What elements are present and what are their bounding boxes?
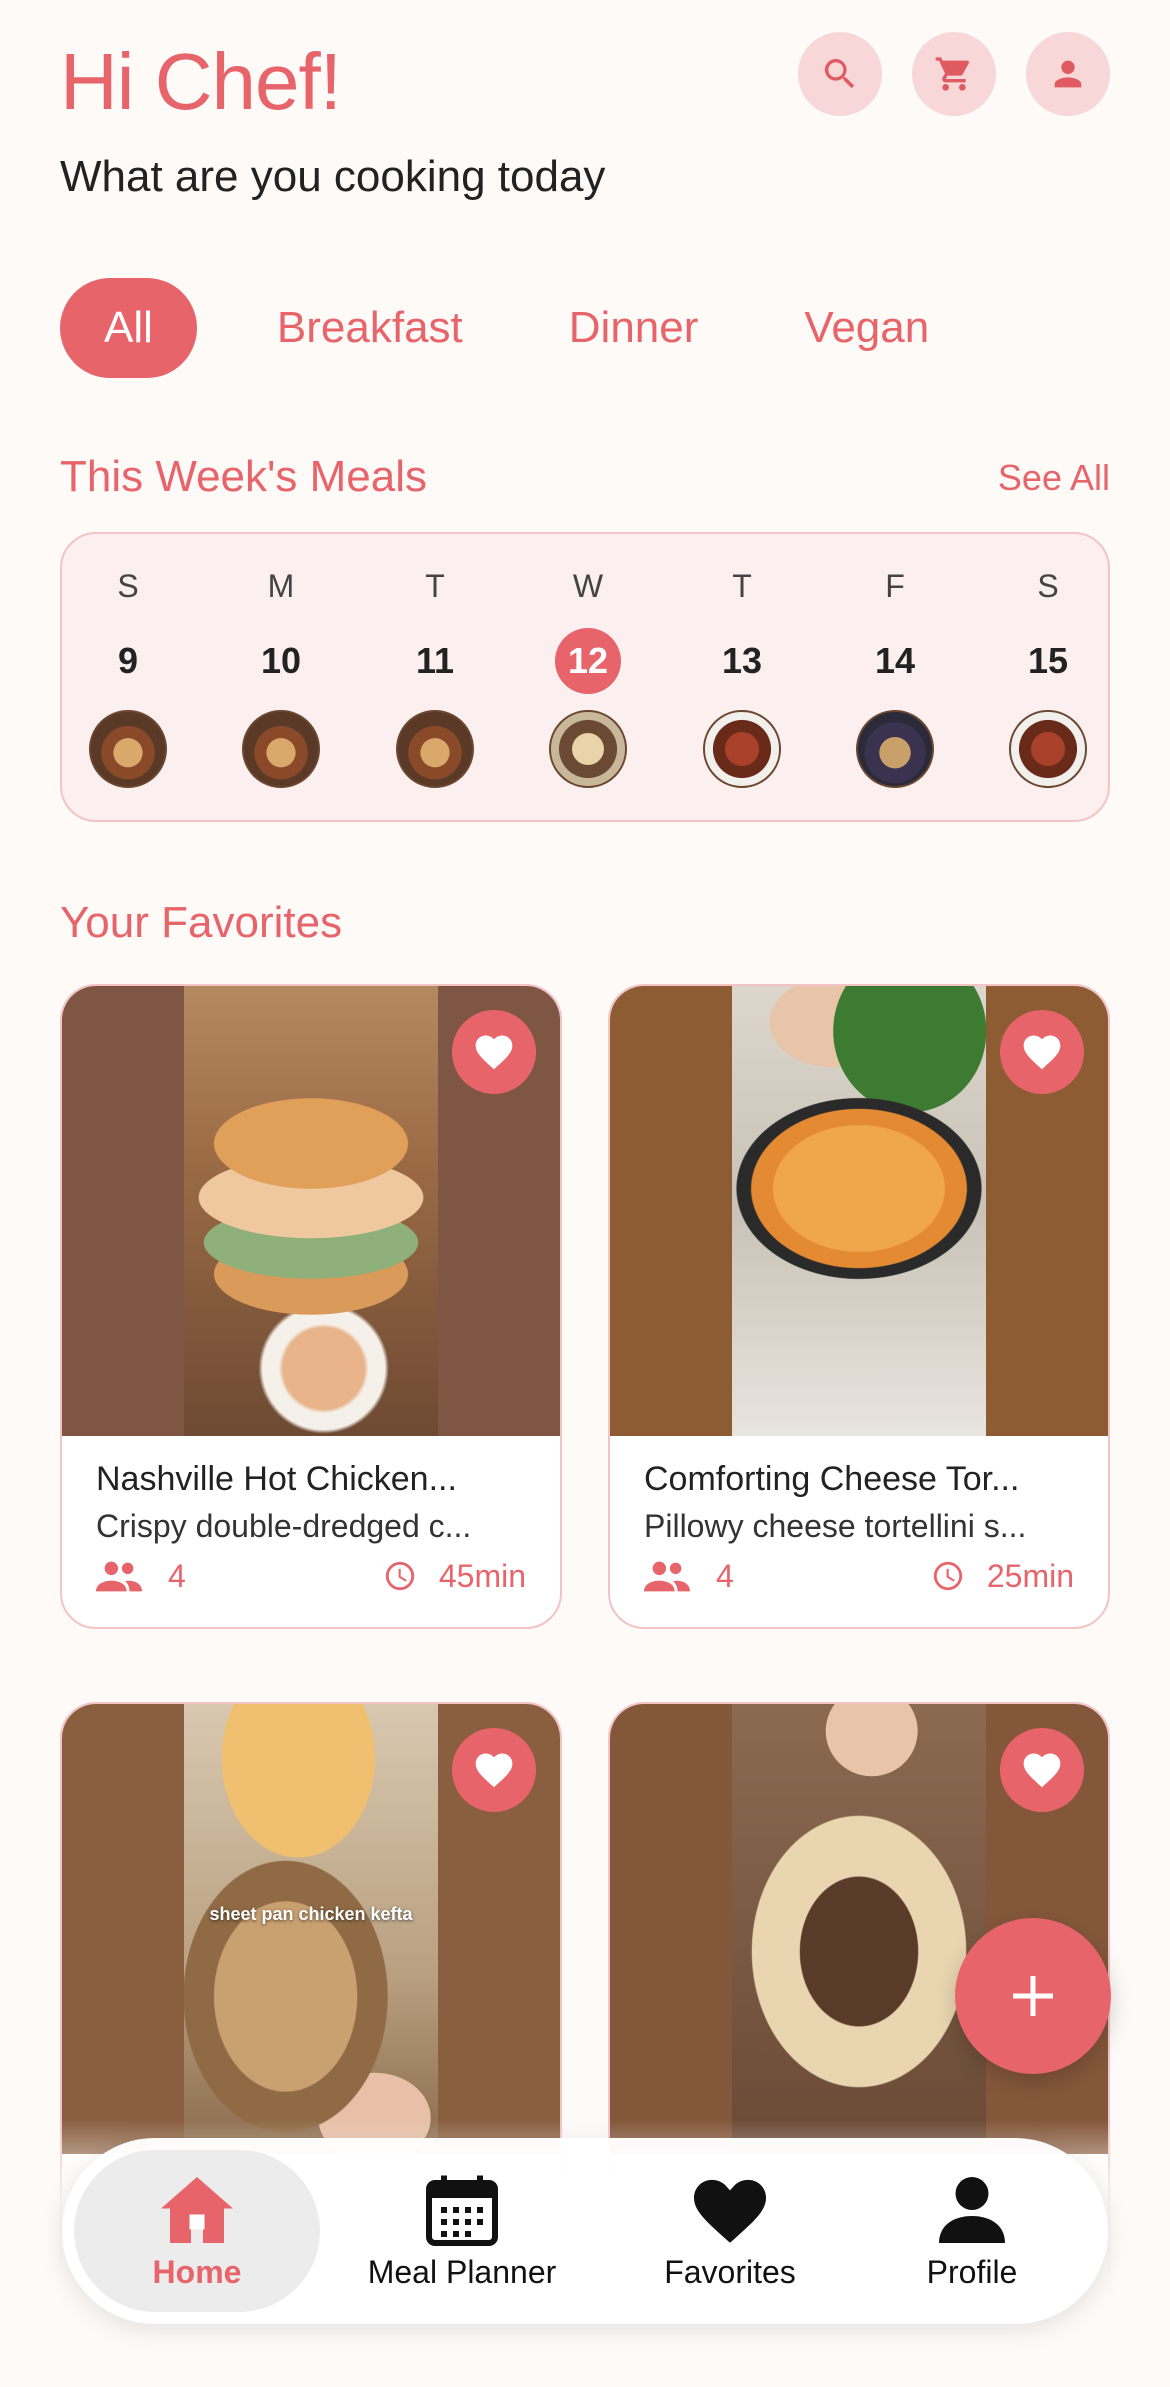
nav-label: Profile	[926, 2254, 1018, 2290]
favorite-button[interactable]	[1000, 1010, 1084, 1094]
header-actions	[798, 32, 1110, 116]
bottom-nav: Home Meal Planner Favorites Profile	[62, 2138, 1108, 2324]
day-of-week: S	[1037, 568, 1059, 604]
day-of-week: F	[885, 568, 905, 604]
greeting-subtitle: What are you cooking today	[60, 152, 606, 201]
week-section-title: This Week's Meals	[60, 452, 428, 501]
recipe-card[interactable]: Nashville Hot Chicken... Crispy double-d…	[60, 984, 562, 1629]
recipe-meta: 4 25min	[644, 1554, 1074, 1598]
calendar-icon	[426, 2175, 498, 2246]
clock-icon	[933, 1561, 963, 1591]
day-number: 14	[874, 640, 916, 681]
servings-count: 4	[168, 1557, 186, 1594]
meal-thumbnail	[89, 710, 167, 788]
category-tabs: All Breakfast Dinner Vegan	[60, 278, 995, 378]
day-number: 13	[721, 640, 763, 681]
meal-thumbnail	[856, 710, 934, 788]
day-number: 10	[260, 640, 302, 681]
heart-icon	[1023, 1753, 1061, 1788]
servings-count: 4	[716, 1557, 734, 1594]
day-number-today: 12	[555, 628, 621, 694]
meal-thumbnail	[242, 710, 320, 788]
day-number: 11	[415, 640, 455, 681]
nav-item-favorites[interactable]: Favorites	[630, 2150, 830, 2312]
meal-thumbnail	[396, 710, 474, 788]
category-chip-all[interactable]: All	[60, 278, 197, 378]
nav-label: Home	[152, 2254, 242, 2290]
favorite-button[interactable]	[1000, 1728, 1084, 1812]
search-button[interactable]	[798, 32, 882, 116]
week-strip: S 9 M 10 T 11 W 12 T 13 F 14 S 15	[60, 532, 1110, 822]
greeting-title: Hi Chef!	[60, 37, 342, 126]
day-of-week: W	[572, 568, 604, 604]
plus-icon	[1013, 1976, 1053, 2016]
cart-icon	[935, 57, 970, 91]
favorite-button[interactable]	[452, 1728, 536, 1812]
cook-time: 45min	[438, 1557, 526, 1594]
recipe-card[interactable]: Comforting Cheese Tor... Pillowy cheese …	[608, 984, 1110, 1629]
image-overlay-text: sheet pan chicken kefta	[209, 1904, 413, 1924]
home-icon	[161, 2177, 233, 2243]
recipe-description: Pillowy cheese tortellini s...	[644, 1508, 1027, 1544]
heart-icon	[475, 1753, 513, 1788]
search-icon	[824, 59, 855, 89]
week-day[interactable]: T 11	[375, 534, 495, 824]
nav-item-profile[interactable]: Profile	[882, 2150, 1062, 2312]
nav-label: Favorites	[664, 2254, 796, 2290]
category-chip-breakfast[interactable]: Breakfast	[237, 278, 503, 378]
people-icon	[644, 1561, 690, 1592]
nav-item-home[interactable]: Home	[74, 2150, 320, 2312]
week-day[interactable]: T 13	[682, 534, 802, 824]
day-number: 9	[117, 640, 139, 681]
meal-thumbnail	[1009, 710, 1087, 788]
day-of-week: S	[117, 568, 139, 604]
meal-thumbnail	[703, 710, 781, 788]
recipe-meta: 4 45min	[96, 1554, 526, 1598]
recipe-title: Nashville Hot Chicken...	[96, 1460, 457, 1498]
day-of-week: T	[425, 568, 445, 604]
day-of-week: M	[267, 568, 295, 604]
day-number: 15	[1027, 640, 1069, 681]
nav-label: Meal Planner	[367, 2254, 557, 2290]
week-day[interactable]: S 9	[68, 534, 188, 824]
see-all-link[interactable]: See All	[998, 457, 1110, 499]
week-day[interactable]: W 12	[528, 534, 648, 824]
clock-icon	[385, 1561, 415, 1591]
heart-icon	[1023, 1035, 1061, 1070]
day-of-week: T	[732, 568, 752, 604]
heart-icon	[694, 2179, 766, 2243]
person-icon	[939, 2177, 1005, 2243]
favorite-button[interactable]	[452, 1010, 536, 1094]
category-chip-dinner[interactable]: Dinner	[529, 278, 739, 378]
favorites-section-title: Your Favorites	[60, 898, 343, 947]
week-day[interactable]: M 10	[221, 534, 341, 824]
nav-item-meal-planner[interactable]: Meal Planner	[347, 2150, 577, 2312]
cart-button[interactable]	[912, 32, 996, 116]
week-day[interactable]: F 14	[835, 534, 955, 824]
recipe-description: Crispy double-dredged c...	[96, 1508, 472, 1544]
heart-icon	[475, 1035, 513, 1070]
profile-button[interactable]	[1026, 32, 1110, 116]
week-day[interactable]: S 15	[988, 534, 1108, 824]
category-chip-vegan[interactable]: Vegan	[764, 278, 969, 378]
profile-icon	[1054, 60, 1082, 88]
add-recipe-button[interactable]	[955, 1918, 1111, 2074]
people-icon	[96, 1561, 142, 1592]
recipe-title: Comforting Cheese Tor...	[644, 1460, 1020, 1498]
meal-thumbnail	[549, 710, 627, 788]
cook-time: 25min	[986, 1557, 1074, 1594]
